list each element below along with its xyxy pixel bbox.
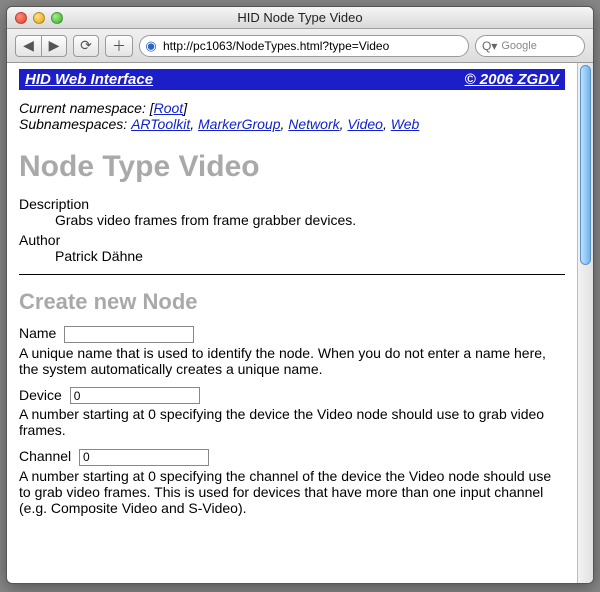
banner-home-link[interactable]: HID Web Interface [25,71,153,88]
channel-label: Channel [19,448,71,464]
window-title: HID Node Type Video [7,10,593,25]
subns-link[interactable]: Network [288,116,339,132]
subns-link[interactable]: MarkerGroup [198,116,280,132]
reload-button[interactable]: ⟳ [73,35,99,57]
browser-window: HID Node Type Video ◀ ▶ ⟳ ＋ ◉ http://pc1… [6,6,594,584]
name-label: Name [19,325,56,341]
name-help: A unique name that is used to identify t… [19,345,565,377]
namespace-root-link[interactable]: Root [154,100,184,116]
desc-label: Description [19,196,565,212]
subnamespace-label: Subnamespaces: [19,116,127,132]
titlebar[interactable]: HID Node Type Video [7,7,593,29]
scrollbar-track[interactable] [577,63,593,583]
page-banner: HID Web Interface © 2006 ZGDV [19,69,565,90]
device-help: A number starting at 0 specifying the de… [19,406,565,438]
add-bookmark-button[interactable]: ＋ [105,35,133,57]
subns-link[interactable]: Web [391,116,420,132]
zoom-icon[interactable] [51,12,63,24]
back-button[interactable]: ◀ [15,35,41,57]
subns-link[interactable]: Video [347,116,383,132]
url-bar[interactable]: ◉ http://pc1063/NodeTypes.html?type=Vide… [139,35,469,57]
namespace-block: Current namespace: [Root] Subnamespaces:… [19,100,565,132]
safari-favicon-icon: ◉ [143,38,159,54]
field-row-device: Device [19,387,565,405]
create-heading: Create new Node [19,289,565,315]
banner-right-link[interactable]: © 2006 ZGDV [465,71,559,88]
page-title: Node Type Video [19,150,565,184]
field-row-name: Name [19,325,565,343]
author-value: Patrick Dähne [55,248,565,264]
namespace-label: Current namespace: [19,100,146,116]
name-input[interactable] [64,326,194,343]
author-label: Author [19,232,565,248]
nav-buttons: ◀ ▶ [15,35,67,57]
channel-help: A number starting at 0 specifying the ch… [19,468,565,516]
close-icon[interactable] [15,12,27,24]
minimize-icon[interactable] [33,12,45,24]
forward-button[interactable]: ▶ [41,35,67,57]
search-placeholder: Google [501,40,536,52]
search-icon: Q▾ [482,39,497,53]
browser-toolbar: ◀ ▶ ⟳ ＋ ◉ http://pc1063/NodeTypes.html?t… [7,29,593,63]
window-controls [7,12,63,24]
scrollbar-thumb[interactable] [580,65,591,265]
viewport: HID Web Interface © 2006 ZGDV Current na… [7,63,593,583]
definition-list: Description Grabs video frames from fram… [19,196,565,264]
page-content: HID Web Interface © 2006 ZGDV Current na… [7,63,577,583]
channel-input[interactable] [79,449,209,466]
device-input[interactable] [70,387,200,404]
url-text: http://pc1063/NodeTypes.html?type=Video [163,39,462,53]
desc-value: Grabs video frames from frame grabber de… [55,212,565,228]
search-field[interactable]: Q▾ Google [475,35,585,57]
subns-link[interactable]: ARToolkit [131,116,190,132]
field-row-channel: Channel [19,448,565,466]
divider [19,274,565,275]
device-label: Device [19,387,62,403]
